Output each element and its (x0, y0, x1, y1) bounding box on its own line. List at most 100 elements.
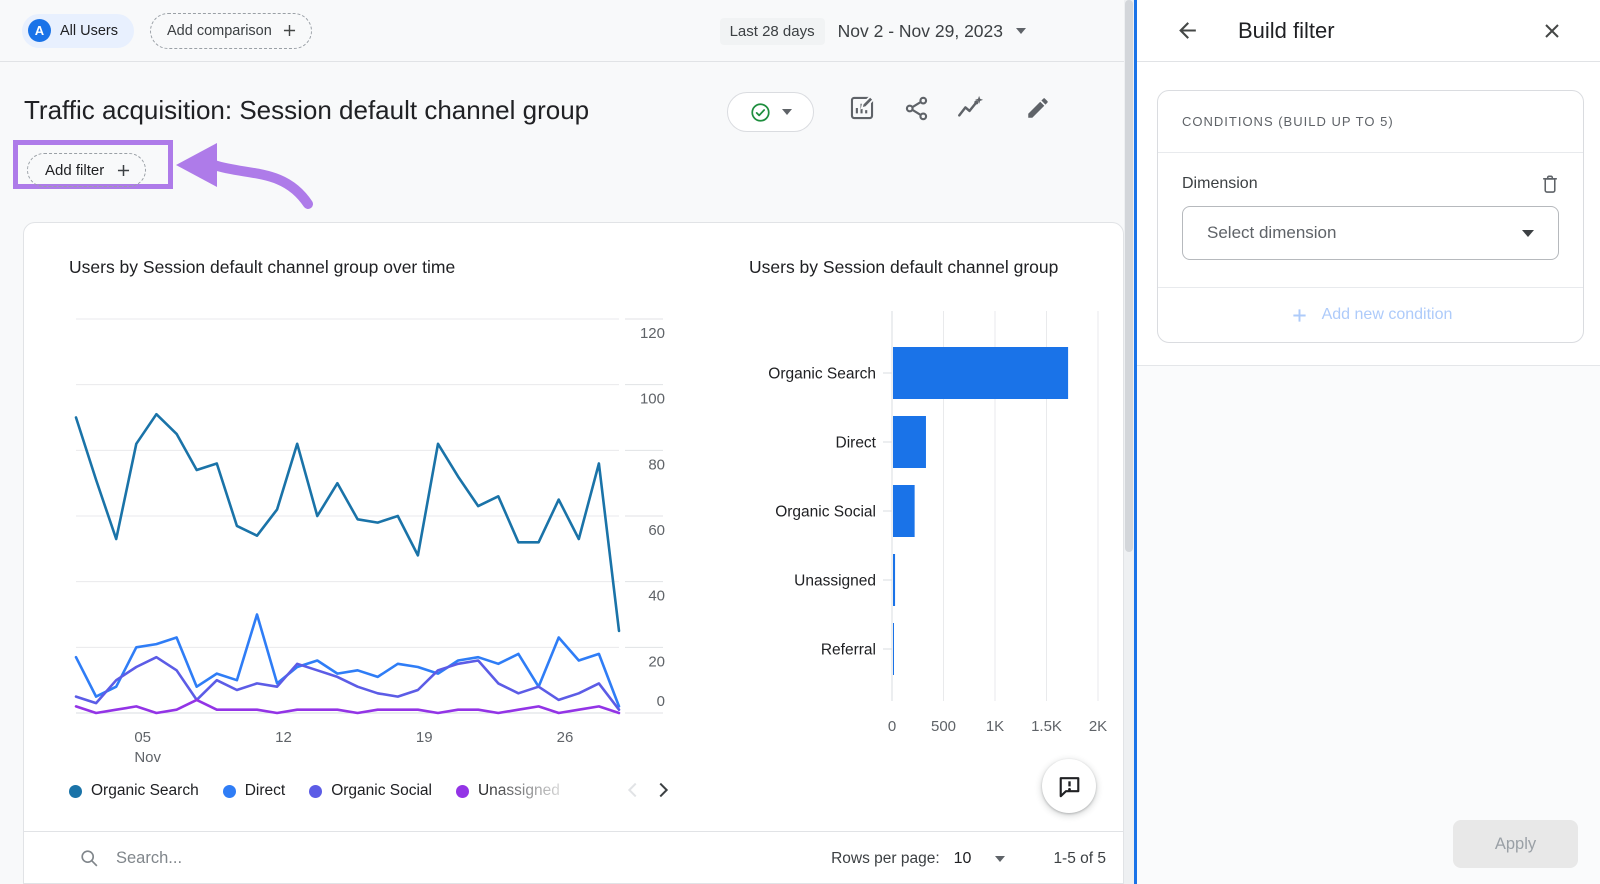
series-line (76, 615, 619, 707)
legend-item[interactable]: Organic Search (69, 782, 199, 800)
page-title: Traffic acquisition: Session default cha… (24, 95, 589, 126)
conditions-card: CONDITIONS (BUILD UP TO 5) Dimension Sel… (1157, 90, 1584, 343)
x-tick-label: 1K (986, 718, 1004, 735)
all-users-label: All Users (60, 23, 118, 39)
date-range-selector[interactable]: Last 28 days Nov 2 - Nov 29, 2023 (720, 0, 1026, 62)
chart-legend: Organic Search Direct Organic Social Unassi… (69, 777, 614, 805)
bar-chart-title: Users by Session default channel group (749, 257, 1124, 278)
close-button[interactable] (1540, 19, 1564, 43)
series-line (76, 414, 619, 631)
arrow-back-icon (1175, 18, 1200, 43)
apply-button[interactable]: Apply (1453, 820, 1578, 868)
search-input[interactable] (114, 848, 418, 869)
all-users-chip[interactable]: A All Users (22, 14, 134, 48)
bar (893, 623, 894, 675)
add-new-condition-button[interactable]: Add new condition (1158, 287, 1583, 342)
bar-category-label: Referral (821, 642, 876, 659)
panel-title: Build filter (1238, 18, 1335, 44)
annotation-highlight-box: Add filter (13, 140, 173, 189)
y-tick-label: 40 (648, 588, 665, 605)
delete-condition-button[interactable] (1539, 173, 1561, 195)
y-tick-label: 100 (640, 391, 665, 408)
legend-label: Organic Search (91, 782, 199, 800)
audience-avatar: A (28, 19, 51, 42)
chevron-down-icon (782, 109, 792, 115)
chevron-down-icon (995, 856, 1005, 862)
dimension-row: Dimension (1158, 153, 1583, 195)
line-chart: 12010080604020005Nov121926 (69, 285, 684, 767)
pagination-range: 1-5 of 5 (1053, 850, 1106, 868)
audience-topbar: A All Users Add comparison Last 28 days … (0, 0, 1124, 62)
annotation-arrow (172, 138, 322, 214)
bar-category-label: Organic Search (768, 366, 876, 383)
chevron-down-icon (1522, 230, 1534, 237)
dimension-select-value: Select dimension (1207, 223, 1522, 243)
bar-category-label: Unassigned (794, 573, 876, 590)
date-range-value: Nov 2 - Nov 29, 2023 (838, 21, 1003, 42)
conditions-header: CONDITIONS (BUILD UP TO 5) (1158, 91, 1583, 153)
add-comparison-label: Add comparison (167, 23, 272, 39)
y-tick-label: 120 (640, 325, 665, 342)
bar-category-label: Organic Social (775, 504, 876, 521)
customize-report-button[interactable] (848, 94, 876, 122)
scrollbar-thumb[interactable] (1125, 0, 1133, 552)
check-circle-icon (749, 101, 772, 124)
y-tick-label: 80 (648, 456, 665, 473)
trash-icon (1539, 173, 1561, 195)
add-filter-button[interactable]: Add filter (27, 153, 146, 187)
x-tick-label: 05 (134, 729, 151, 746)
search-icon (79, 848, 101, 870)
legend-item[interactable]: Unassigned (456, 782, 560, 800)
legend-item[interactable]: Direct (223, 782, 285, 800)
rows-per-page-label: Rows per page: (831, 850, 940, 868)
series-line (76, 700, 619, 713)
legend-next-button[interactable] (649, 776, 677, 804)
legend-prev-button[interactable] (619, 776, 647, 804)
feedback-button[interactable] (1042, 759, 1096, 813)
edit-report-button[interactable] (1024, 94, 1052, 122)
dimension-label: Dimension (1182, 175, 1258, 193)
build-filter-panel: Build filter CONDITIONS (BUILD UP TO 5) … (1137, 0, 1600, 884)
date-preset-badge: Last 28 days (720, 18, 825, 45)
insights-button[interactable] (956, 94, 984, 122)
plus-icon (280, 21, 299, 40)
chevron-down-icon (1016, 28, 1026, 34)
legend-label: Organic Social (331, 782, 432, 800)
chevron-left-icon (622, 779, 644, 801)
close-icon (1540, 19, 1564, 43)
chevron-right-icon (652, 779, 674, 801)
add-filter-label: Add filter (45, 162, 104, 179)
add-comparison-button[interactable]: Add comparison (150, 13, 312, 49)
back-button[interactable] (1175, 18, 1200, 43)
x-tick-label: 500 (931, 718, 956, 735)
panel-header: Build filter (1137, 0, 1600, 62)
rows-per-page-select[interactable]: 10 (954, 850, 1006, 868)
share-report-button[interactable] (902, 94, 930, 122)
x-tick-label: 1.5K (1031, 718, 1062, 735)
legend-dot (456, 785, 469, 798)
dimension-select[interactable]: Select dimension (1182, 206, 1559, 260)
report-main-area: A All Users Add comparison Last 28 days … (0, 0, 1124, 884)
legend-dot (69, 785, 82, 798)
rows-per-page-value: 10 (954, 850, 972, 868)
line-chart-title: Users by Session default channel group o… (69, 257, 455, 278)
plus-icon (114, 161, 133, 180)
data-quality-badge[interactable] (727, 92, 814, 132)
panel-lower-area (1137, 366, 1600, 884)
legend-dot (223, 785, 236, 798)
legend-label: Direct (245, 782, 285, 800)
legend-dot-overflow (584, 785, 597, 798)
bar (893, 416, 926, 468)
x-tick-label: 19 (416, 729, 433, 746)
legend-dot (309, 785, 322, 798)
bar (893, 554, 895, 606)
legend-item[interactable]: Organic Social (309, 782, 432, 800)
insights-icon (956, 94, 984, 122)
plus-icon (1289, 305, 1310, 326)
bar-chart: 05001K1.5K2KOrganic SearchDirectOrganic … (701, 285, 1124, 767)
y-tick-label: 20 (648, 653, 665, 670)
legend-label: Unassigned (478, 782, 560, 800)
pagination-controls: Rows per page: 10 1-5 of 5 (831, 850, 1106, 868)
bar (893, 347, 1068, 399)
customize-report-icon (848, 94, 876, 122)
